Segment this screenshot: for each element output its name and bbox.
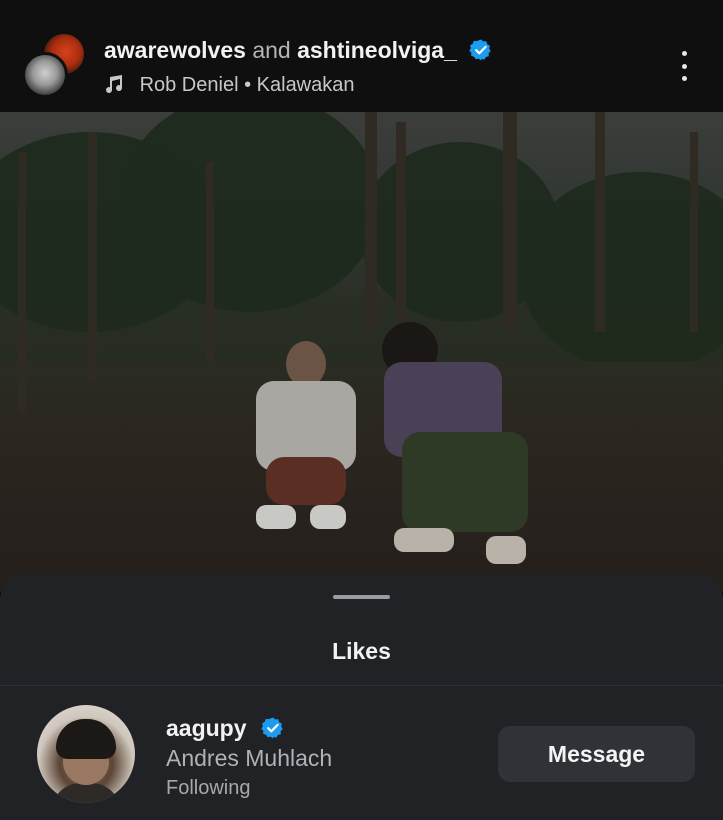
music-note-icon (106, 75, 123, 94)
post-photo[interactable] (0, 112, 723, 592)
verified-badge-icon (261, 717, 283, 739)
photo-tree (365, 112, 377, 332)
dot (681, 63, 687, 69)
photo-person-left (250, 337, 360, 547)
photo-ground (0, 362, 723, 592)
person-pants (402, 432, 528, 532)
person-shoe (256, 505, 296, 529)
person-skirt (266, 457, 346, 505)
music-separator: • (244, 74, 252, 96)
follow-status: Following (166, 777, 251, 799)
person-shoe (486, 536, 526, 564)
sheet-drag-handle[interactable] (333, 595, 390, 599)
post-header: awarewolves and ashtineolviga_ Rob Denie… (0, 0, 723, 112)
photo-tree (88, 132, 97, 382)
author-secondary-link[interactable]: ashtineolviga_ (297, 37, 457, 63)
photo-tree (595, 112, 605, 332)
divider (0, 685, 723, 686)
dot (681, 76, 687, 81)
verified-badge-icon (469, 39, 491, 61)
author-primary-link[interactable]: awarewolves (104, 37, 246, 63)
music-title: Kalawakan (256, 74, 355, 96)
avatar-hair (56, 719, 116, 759)
photo-tree (690, 132, 698, 332)
photo-tree (396, 122, 406, 322)
collab-avatars[interactable] (22, 32, 88, 98)
dot (681, 51, 687, 56)
sheet-title: Likes (332, 638, 391, 664)
photo-tree (206, 162, 214, 362)
user-username[interactable]: aagupy (166, 715, 285, 742)
person-shoe (394, 528, 454, 552)
list-item[interactable]: aagupy Andres Muhlach Following Message (0, 693, 723, 820)
music-artist: Rob Deniel (139, 74, 239, 96)
avatar-shirt (51, 783, 121, 803)
message-button[interactable]: Message (498, 726, 695, 782)
avatar[interactable] (37, 705, 135, 803)
post-authors: awarewolves and ashtineolviga_ (104, 36, 493, 64)
avatar-ashtineolviga[interactable] (22, 52, 68, 98)
more-options-icon[interactable] (670, 48, 698, 84)
person-shoe (310, 505, 346, 529)
username-text[interactable]: aagupy (166, 715, 247, 741)
music-attribution[interactable]: Rob Deniel • Kalawakan (104, 73, 355, 97)
user-full-name: Andres Muhlach (166, 745, 333, 771)
likes-bottom-sheet: Likes aagupy Andres Muhlach Following Me… (0, 573, 723, 820)
photo-tree (18, 152, 26, 412)
photo-person-right (380, 322, 530, 572)
photo-tree (503, 112, 517, 332)
authors-connector: and (252, 37, 291, 63)
